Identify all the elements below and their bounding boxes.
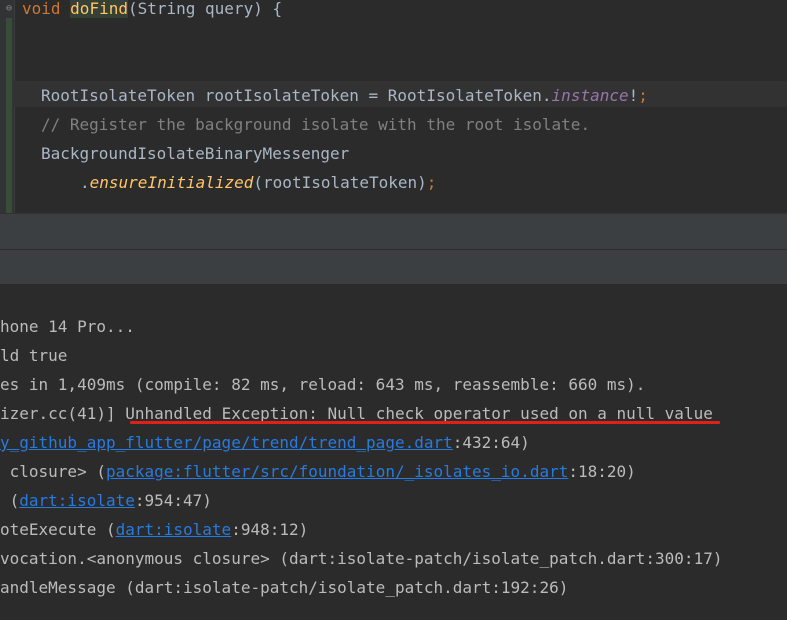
line-col: :432:64) [452,433,530,452]
line-col: :954:47) [134,491,212,510]
code-comment: // Register the background isolate with … [41,115,591,134]
method-call: ensureInitialized [89,173,254,192]
type-ref: RootIsolateToken. [387,86,552,105]
frame-text: closure> ( [0,462,106,481]
stacktrace-link-dart-isolate-2[interactable]: dart:isolate [116,520,232,539]
frame-text: oteExecute ( [0,520,116,539]
function-name: doFind [70,0,128,18]
code-line-3: // Register the background isolate with … [41,113,590,137]
stacktrace-link-trend-page[interactable]: y_github_app_flutter/page/trend/trend_pa… [0,433,453,452]
console-line-6: closure> (package:flutter/src/foundation… [0,457,636,486]
line-col: :948:12) [231,520,309,539]
semicolon: ; [426,173,437,192]
code-editor[interactable]: ⊖ void doFind(String query) { RootIsolat… [0,0,787,213]
function-params: (String query) { [127,0,283,18]
line-col: :18:20) [568,462,636,481]
console-line-10: andleMessage (dart:isolate-patch/isolate… [0,578,569,597]
vcs-change-marker [6,18,12,213]
console-toolbar [0,249,787,285]
console-line-8: oteExecute (dart:isolate:948:12) [0,515,308,544]
console-line-2: ld true [0,346,68,365]
console-line-5: y_github_app_flutter/page/trend/trend_pa… [0,428,530,457]
stacktrace-link-dart-isolate[interactable]: dart:isolate [19,491,135,510]
console-line-9: vocation.<anonymous closure> (dart:isola… [0,549,723,568]
stacktrace-link-isolates-io[interactable]: package:flutter/src/foundation/_isolates… [106,462,568,481]
field-instance: instance [551,86,629,105]
dot: . [80,173,90,192]
fold-icon[interactable]: ⊖ [6,3,16,15]
console-line-7: (dart:isolate:954:47) [0,486,212,515]
variable-decl: rootIsolateToken = [195,86,388,105]
method-args: (rootIsolateToken) [253,173,427,192]
semicolon: ; [638,86,648,105]
console-line-1: hone 14 Pro... [0,317,135,336]
null-assert: ! [628,86,639,105]
code-line-5: .ensureInitialized(rootIsolateToken); [80,171,436,195]
code-line-1: void doFind(String query) { [22,0,282,21]
class-ref: BackgroundIsolateBinaryMessenger [41,144,350,163]
type-name: RootIsolateToken [41,86,196,105]
tool-window-bar [0,213,787,250]
code-line-2: RootIsolateToken rootIsolateToken = Root… [41,84,648,108]
console-line-3: es in 1,409ms (compile: 82 ms, reload: 6… [0,375,646,394]
frame-text: ( [0,491,20,510]
keyword-void: void [22,0,61,18]
code-line-4: BackgroundIsolateBinaryMessenger [41,142,349,166]
error-underline [130,421,720,424]
log-source: izer.cc(41)] [0,404,126,423]
